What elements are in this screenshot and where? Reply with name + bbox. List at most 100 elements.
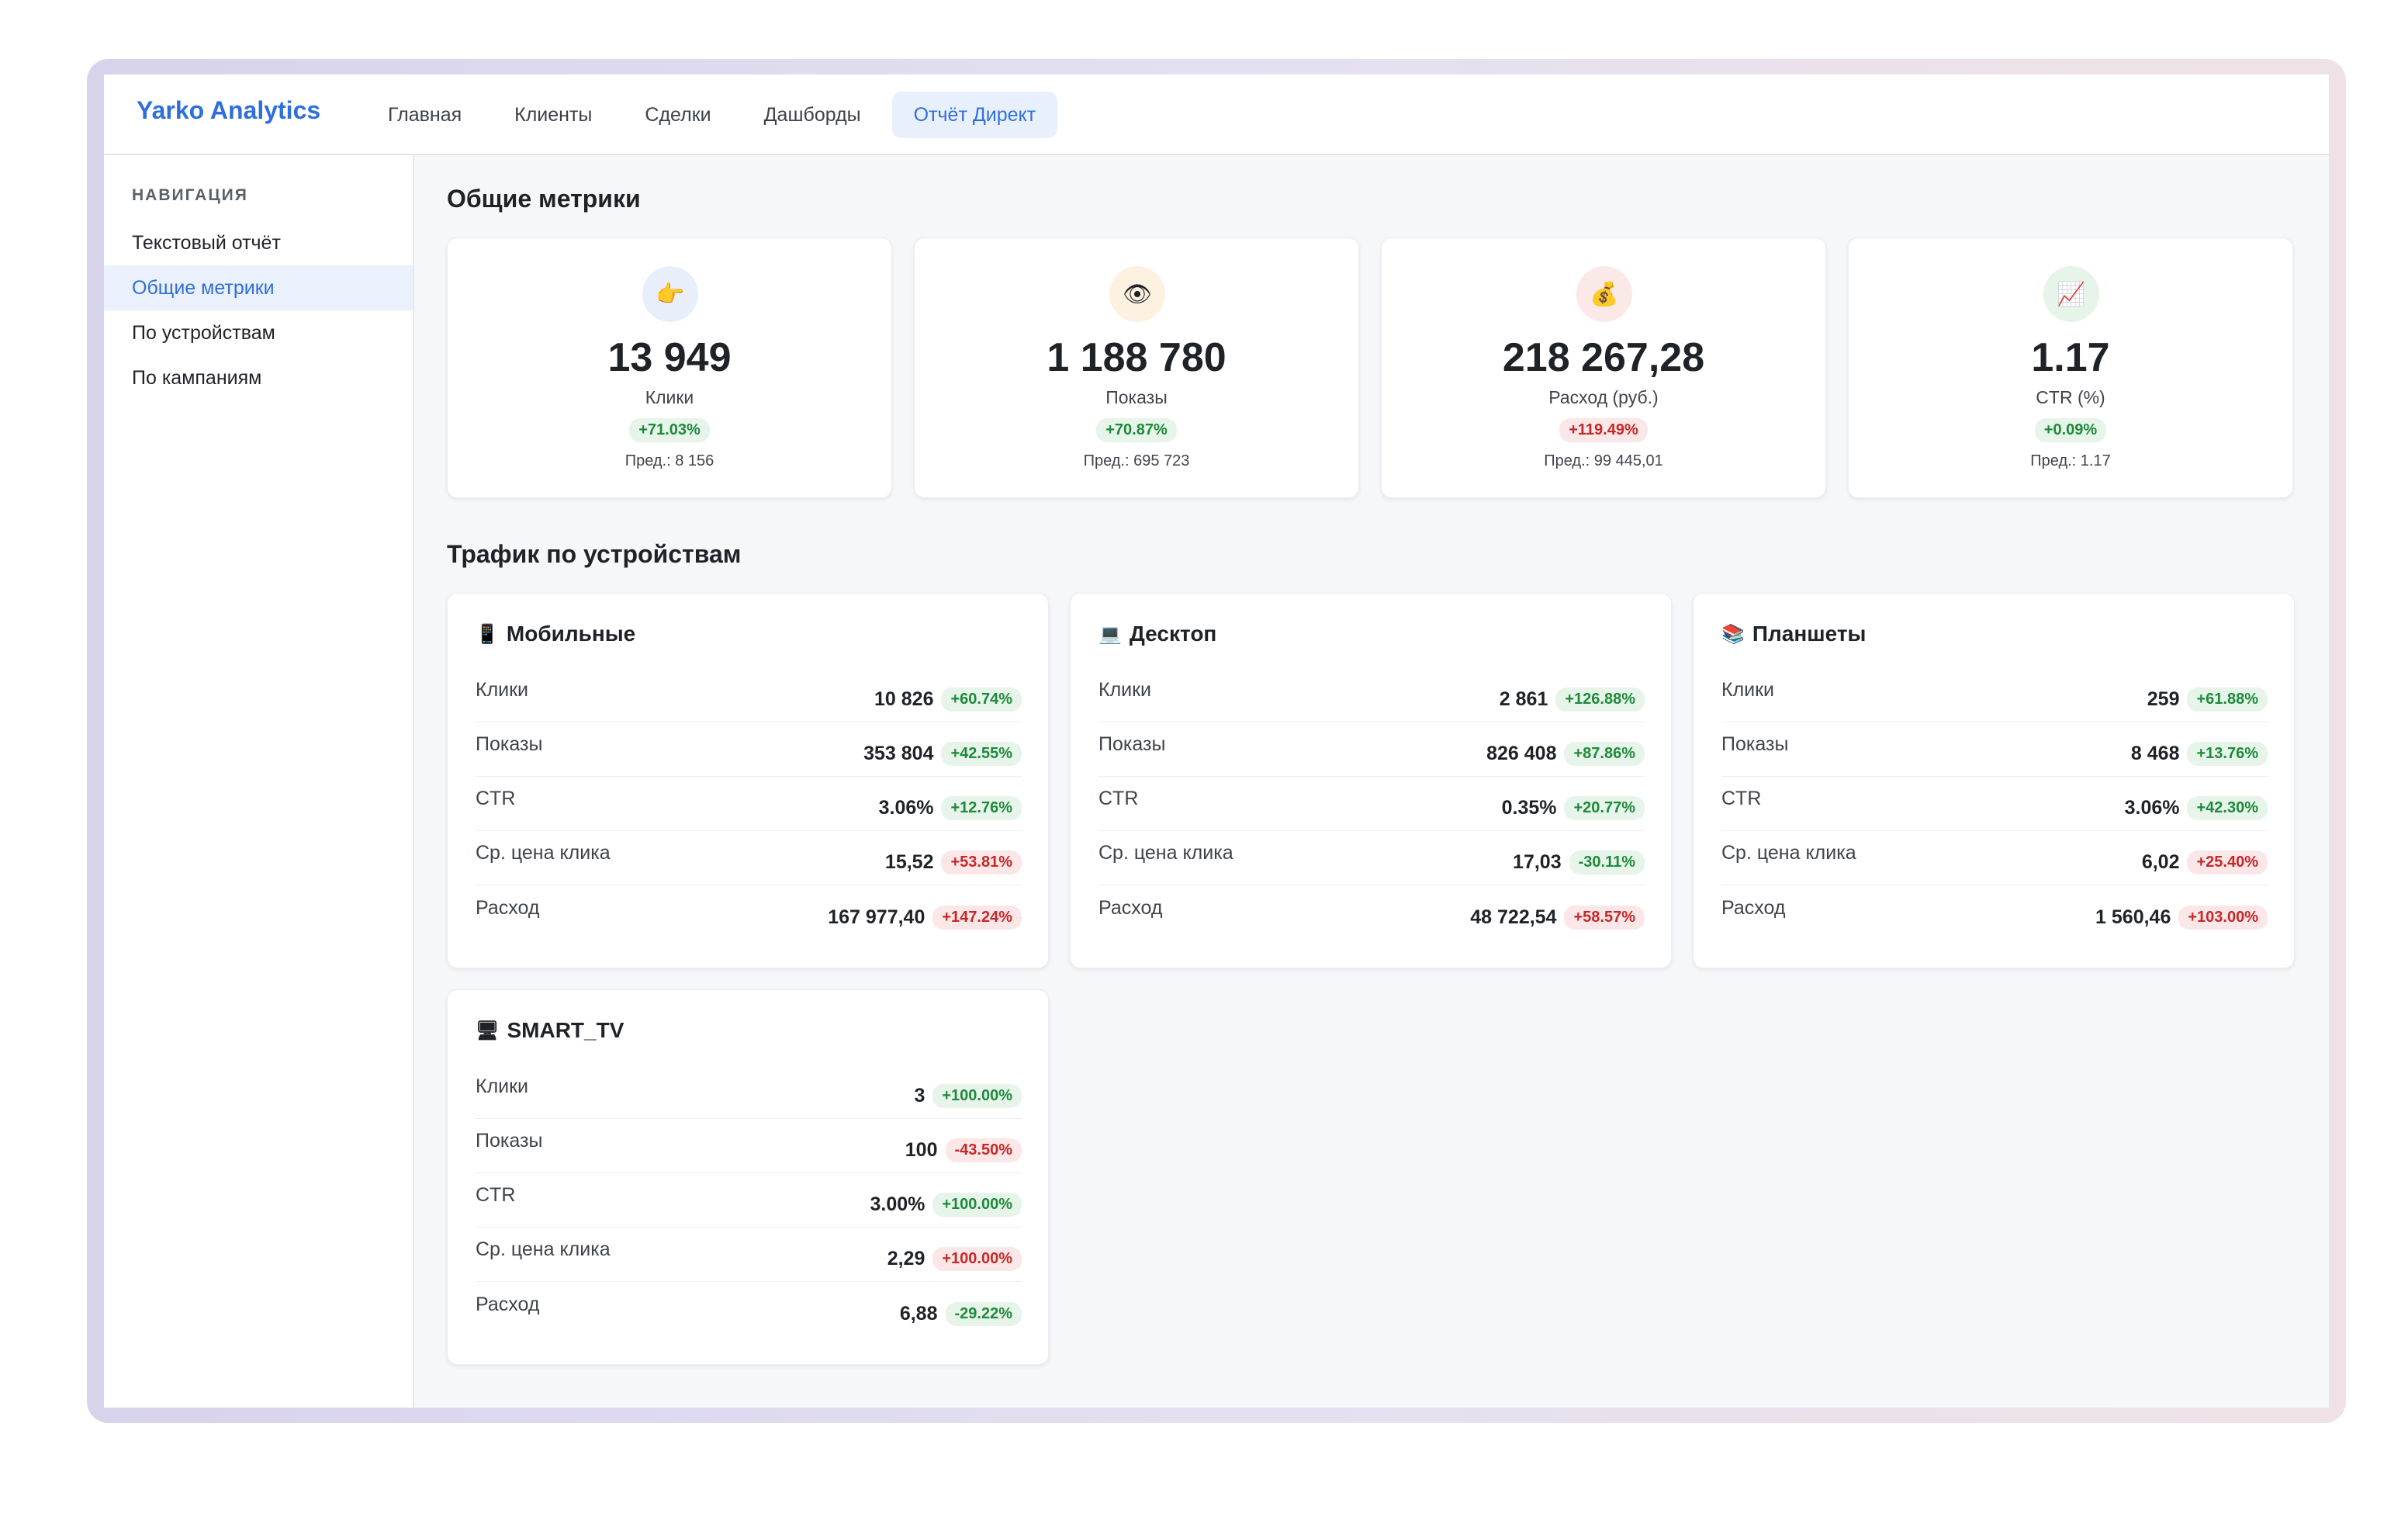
stat-values: 3.00% +100.00%	[870, 1193, 1022, 1217]
stat-row: Расход 167 977,40 +147.24%	[476, 885, 1022, 940]
device-stats: Клики 2 861 +126.88% Показы 826 408 +87.86% CT…	[1098, 668, 1645, 940]
stat-value: 1 560,46	[2095, 906, 2171, 928]
stat-value: 3.00%	[870, 1193, 925, 1215]
device-card: 📱 Мобильные Клики 10 826 +60.74% Показы 353 80…	[447, 593, 1049, 968]
tab-home[interactable]: Главная	[366, 92, 483, 138]
stat-value: 3	[914, 1085, 925, 1107]
metric-value: 13 949	[607, 335, 732, 380]
sidebar-list: Текстовый отчёт Общие метрики По устройс…	[104, 220, 413, 400]
stat-label: CTR	[1098, 788, 1139, 809]
stat-values: 17,03 -30.11%	[1513, 850, 1645, 875]
mobile-phone-icon: 📱	[476, 623, 499, 645]
money-bag-icon: 💰	[1576, 266, 1632, 322]
metric-label: Показы	[1105, 387, 1168, 407]
stat-values: 8 468 +13.76%	[2131, 742, 2268, 766]
brand-logo[interactable]: Yarko Analytics	[137, 96, 320, 125]
top-navbar: Yarko Analytics Главная Клиенты Сделки Д…	[104, 74, 2329, 155]
pointing-hand-icon: 👉	[642, 266, 698, 322]
stat-row: Клики 10 826 +60.74%	[476, 668, 1022, 722]
stat-value: 259	[2147, 688, 2180, 710]
device-stats: Клики 3 +100.00% Показы 100 -43.50% CTR 3.00% +1…	[476, 1065, 1022, 1336]
tab-clients[interactable]: Клиенты	[493, 92, 614, 138]
sidebar-heading: НАВИГАЦИЯ	[132, 186, 248, 204]
stat-value: 17,03	[1513, 851, 1562, 873]
device-name: Планшеты	[1752, 622, 1867, 646]
stat-label: Ср. цена клика	[1721, 842, 1856, 864]
device-name: SMART_TV	[507, 1018, 624, 1042]
stat-value: 100	[905, 1139, 938, 1161]
sidebar-item-by-devices[interactable]: По устройствам	[104, 310, 413, 355]
stat-value: 6,02	[2141, 851, 2180, 873]
change-badge: +12.76%	[941, 796, 1022, 820]
stat-row: Расход 48 722,54 +58.57%	[1098, 885, 1645, 940]
stat-values: 48 722,54 +58.57%	[1470, 905, 1645, 930]
change-badge: -30.11%	[1569, 850, 1645, 875]
stat-values: 2 861 +126.88%	[1500, 688, 1645, 712]
metric-card: 👁 1 188 780 Показы +70.87% Пред.: 695 723	[914, 237, 1359, 498]
tv-monitor-icon: 🖥	[476, 1020, 500, 1041]
stat-label: CTR	[476, 788, 516, 809]
device-title: 📚 Планшеты	[1721, 622, 1866, 646]
change-badge: +60.74%	[941, 688, 1022, 712]
stat-label: Расход	[476, 1293, 540, 1315]
change-badge: +71.03%	[629, 418, 710, 442]
stat-values: 3 +100.00%	[914, 1084, 1022, 1108]
stat-row: CTR 3.06% +42.30%	[1721, 777, 2268, 831]
stat-value: 6,88	[899, 1302, 938, 1325]
stat-label: Показы	[1098, 733, 1166, 755]
stat-values: 259 +61.88%	[2147, 688, 2268, 712]
tab-dashboards[interactable]: Дашборды	[742, 92, 883, 138]
metric-label: Клики	[645, 387, 694, 407]
change-badge: +25.40%	[2187, 850, 2268, 875]
stat-values: 353 804 +42.55%	[863, 742, 1022, 766]
stat-row: Ср. цена клика 2,29 +100.00%	[476, 1228, 1022, 1282]
change-badge: -29.22%	[945, 1301, 1022, 1326]
stat-label: Клики	[1721, 679, 1775, 701]
stat-label: Клики	[1098, 679, 1152, 701]
metric-previous: Пред.: 695 723	[1083, 452, 1190, 469]
stat-values: 6,02 +25.40%	[2142, 850, 2268, 875]
metric-change: +0.09%	[1849, 418, 2292, 442]
stat-value: 2 861	[1499, 688, 1548, 710]
device-title: 📱 Мобильные	[476, 622, 635, 646]
sidebar-item-by-campaigns[interactable]: По кампаниям	[104, 355, 413, 400]
tab-deals[interactable]: Сделки	[623, 92, 732, 138]
stat-values: 6,88 -29.22%	[899, 1301, 1022, 1326]
stat-row: Клики 259 +61.88%	[1721, 668, 2268, 722]
main-content: Общие метрики 👉 13 949 Клики +71.03% Пред.: …	[414, 155, 2329, 1408]
stat-row: Расход 1 560,46 +103.00%	[1721, 885, 2268, 940]
stat-label: Расход	[1721, 896, 1786, 919]
stat-label: Расход	[476, 896, 540, 919]
stat-label: Клики	[476, 1075, 529, 1097]
stat-label: Ср. цена клика	[476, 842, 611, 864]
stat-label: Ср. цена клика	[1098, 842, 1233, 864]
stat-values: 10 826 +60.74%	[874, 688, 1022, 712]
change-badge: +126.88%	[1555, 688, 1645, 712]
stat-row: Клики 2 861 +126.88%	[1098, 668, 1645, 722]
stat-values: 826 408 +87.86%	[1486, 742, 1645, 766]
change-badge: +70.87%	[1096, 418, 1177, 442]
stat-value: 48 722,54	[1470, 906, 1557, 928]
metric-change: +70.87%	[915, 418, 1358, 442]
stat-row: Ср. цена клика 17,03 -30.11%	[1098, 831, 1645, 885]
sidebar: НАВИГАЦИЯ Текстовый отчёт Общие метрики …	[104, 155, 414, 1408]
metric-label: CTR (%)	[2036, 387, 2105, 407]
sidebar-item-text-report[interactable]: Текстовый отчёт	[104, 220, 413, 265]
metric-label: Расход (руб.)	[1548, 387, 1659, 407]
change-badge: +53.81%	[941, 850, 1022, 875]
change-badge: +61.88%	[2187, 688, 2268, 712]
metric-value: 1 188 780	[1047, 335, 1226, 380]
device-stats: Клики 10 826 +60.74% Показы 353 804 +42.55% CT…	[476, 668, 1022, 940]
change-badge: +147.24%	[932, 905, 1022, 930]
change-badge: +20.77%	[1564, 796, 1645, 820]
stat-row: CTR 0.35% +20.77%	[1098, 777, 1645, 831]
metric-card: 👉 13 949 Клики +71.03% Пред.: 8 156	[447, 237, 892, 498]
tab-direct-report[interactable]: Отчёт Директ	[891, 92, 1058, 138]
general-metrics-title: Общие метрики	[447, 185, 641, 213]
change-badge: +100.00%	[932, 1084, 1022, 1108]
metric-card: 📈 1.17 CTR (%) +0.09% Пред.: 1.17	[1848, 237, 2293, 498]
metric-value: 218 267,28	[1502, 335, 1705, 380]
sidebar-item-general-metrics[interactable]: Общие метрики	[104, 265, 413, 310]
device-name: Мобильные	[506, 622, 636, 646]
stat-values: 3.06% +42.30%	[2125, 796, 2268, 820]
